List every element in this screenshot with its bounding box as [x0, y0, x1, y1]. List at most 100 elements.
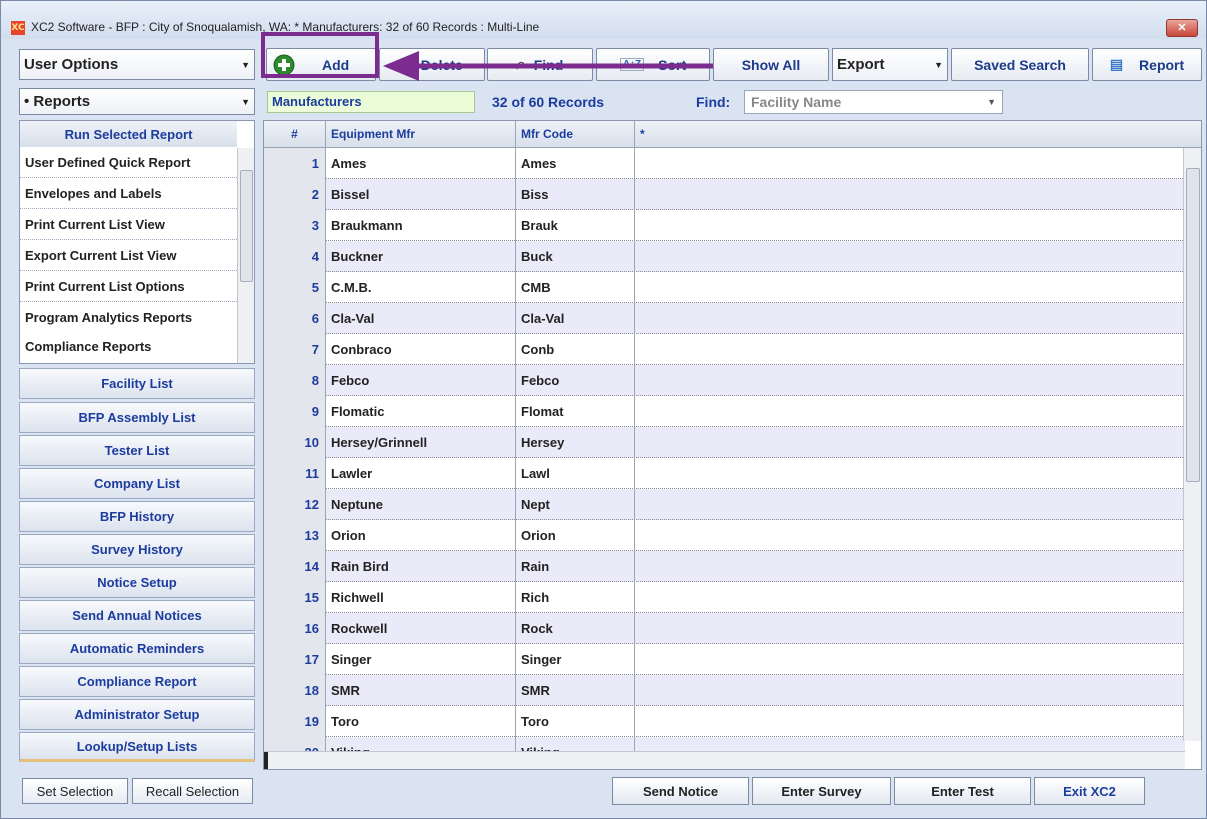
extra-cell[interactable]	[635, 551, 1185, 582]
table-row[interactable]: 2 Bissel Biss	[264, 179, 1185, 210]
mfr-code-cell[interactable]: Singer	[516, 644, 635, 675]
mfr-code-cell[interactable]: Rock	[516, 613, 635, 644]
extra-cell[interactable]	[635, 241, 1185, 272]
table-row[interactable]: 3 Braukmann Brauk	[264, 210, 1185, 241]
report-item[interactable]: Compliance Reports	[20, 332, 237, 362]
equipment-mfr-cell[interactable]: Toro	[326, 706, 516, 737]
report-item[interactable]: Program Analytics Reports	[20, 302, 237, 333]
equipment-mfr-cell[interactable]: Bissel	[326, 179, 516, 210]
mfr-code-cell[interactable]: Conb	[516, 334, 635, 365]
user-options-dropdown[interactable]: User Options ▼	[19, 49, 255, 80]
report-item[interactable]: Print Current List View	[20, 209, 237, 240]
nav-compliance-report[interactable]: Compliance Report	[19, 666, 255, 697]
mfr-code-cell[interactable]: Buck	[516, 241, 635, 272]
recall-selection-button[interactable]: Recall Selection	[132, 778, 253, 804]
extra-cell[interactable]	[635, 427, 1185, 458]
grid-vertical-scrollbar[interactable]	[1183, 148, 1201, 741]
grid-horizontal-scrollbar[interactable]	[264, 751, 1185, 769]
nav-facility-list[interactable]: Facility List	[19, 368, 255, 399]
extra-cell[interactable]	[635, 675, 1185, 706]
scroll-thumb[interactable]	[264, 752, 268, 769]
equipment-mfr-cell[interactable]: SMR	[326, 675, 516, 706]
scroll-thumb[interactable]	[1186, 168, 1200, 482]
row-number[interactable]: 5	[264, 272, 326, 303]
table-row[interactable]: 14 Rain Bird Rain	[264, 551, 1185, 582]
mfr-code-cell[interactable]: Ames	[516, 148, 635, 179]
row-number[interactable]: 8	[264, 365, 326, 396]
equipment-mfr-cell[interactable]: Braukmann	[326, 210, 516, 241]
equipment-mfr-cell[interactable]: Rockwell	[326, 613, 516, 644]
nav-send-annual-notices[interactable]: Send Annual Notices	[19, 600, 255, 631]
table-row[interactable]: 11 Lawler Lawl	[264, 458, 1185, 489]
extra-cell[interactable]	[635, 365, 1185, 396]
mfr-code-cell[interactable]: Rich	[516, 582, 635, 613]
extra-cell[interactable]	[635, 458, 1185, 489]
extra-cell[interactable]	[635, 582, 1185, 613]
table-row[interactable]: 5 C.M.B. CMB	[264, 272, 1185, 303]
extra-cell[interactable]	[635, 210, 1185, 241]
mfr-code-cell[interactable]: Orion	[516, 520, 635, 551]
extra-cell[interactable]	[635, 396, 1185, 427]
column-header-equipment-mfr[interactable]: Equipment Mfr	[326, 121, 516, 148]
mfr-code-cell[interactable]: Nept	[516, 489, 635, 520]
table-row[interactable]: 4 Buckner Buck	[264, 241, 1185, 272]
row-number[interactable]: 7	[264, 334, 326, 365]
mfr-code-cell[interactable]: Brauk	[516, 210, 635, 241]
column-header-star[interactable]: *	[635, 121, 1185, 148]
nav-bfp-history[interactable]: BFP History	[19, 501, 255, 532]
equipment-mfr-cell[interactable]: Conbraco	[326, 334, 516, 365]
table-row[interactable]: 15 Richwell Rich	[264, 582, 1185, 613]
table-row[interactable]: 10 Hersey/Grinnell Hersey	[264, 427, 1185, 458]
equipment-mfr-cell[interactable]: Richwell	[326, 582, 516, 613]
extra-cell[interactable]	[635, 706, 1185, 737]
table-row[interactable]: 1 Ames Ames	[264, 148, 1185, 179]
extra-cell[interactable]	[635, 520, 1185, 551]
row-number[interactable]: 6	[264, 303, 326, 334]
row-number[interactable]: 4	[264, 241, 326, 272]
equipment-mfr-cell[interactable]: Neptune	[326, 489, 516, 520]
mfr-code-cell[interactable]: Rain	[516, 551, 635, 582]
row-number[interactable]: 10	[264, 427, 326, 458]
table-row[interactable]: 12 Neptune Nept	[264, 489, 1185, 520]
mfr-code-cell[interactable]: Toro	[516, 706, 635, 737]
equipment-mfr-cell[interactable]: Cla-Val	[326, 303, 516, 334]
equipment-mfr-cell[interactable]: Hersey/Grinnell	[326, 427, 516, 458]
extra-cell[interactable]	[635, 644, 1185, 675]
show-all-button[interactable]: Show All	[713, 48, 829, 81]
table-row[interactable]: 16 Rockwell Rock	[264, 613, 1185, 644]
equipment-mfr-cell[interactable]: Rain Bird	[326, 551, 516, 582]
enter-survey-button[interactable]: Enter Survey	[752, 777, 891, 805]
mfr-code-cell[interactable]: Flomat	[516, 396, 635, 427]
equipment-mfr-cell[interactable]: C.M.B.	[326, 272, 516, 303]
row-number[interactable]: 11	[264, 458, 326, 489]
row-number[interactable]: 2	[264, 179, 326, 210]
report-item[interactable]: Print Current List Options	[20, 271, 237, 302]
extra-cell[interactable]	[635, 272, 1185, 303]
mfr-code-cell[interactable]: Hersey	[516, 427, 635, 458]
row-number[interactable]: 15	[264, 582, 326, 613]
mfr-code-cell[interactable]: Febco	[516, 365, 635, 396]
table-row[interactable]: 7 Conbraco Conb	[264, 334, 1185, 365]
extra-cell[interactable]	[635, 613, 1185, 644]
extra-cell[interactable]	[635, 303, 1185, 334]
table-row[interactable]: 18 SMR SMR	[264, 675, 1185, 706]
close-button[interactable]: ✕	[1166, 19, 1198, 37]
row-number[interactable]: 18	[264, 675, 326, 706]
equipment-mfr-cell[interactable]: Orion	[326, 520, 516, 551]
find-field-select[interactable]: Facility Name ▼	[744, 90, 1003, 114]
nav-automatic-reminders[interactable]: Automatic Reminders	[19, 633, 255, 664]
table-row[interactable]: 17 Singer Singer	[264, 644, 1185, 675]
export-dropdown[interactable]: Export ▼	[832, 48, 948, 81]
table-row[interactable]: 19 Toro Toro	[264, 706, 1185, 737]
equipment-mfr-cell[interactable]: Singer	[326, 644, 516, 675]
mfr-code-cell[interactable]: CMB	[516, 272, 635, 303]
equipment-mfr-cell[interactable]: Flomatic	[326, 396, 516, 427]
row-number[interactable]: 1	[264, 148, 326, 179]
row-number[interactable]: 12	[264, 489, 326, 520]
reports-scrollbar[interactable]	[237, 148, 254, 363]
saved-search-button[interactable]: Saved Search	[951, 48, 1089, 81]
nav-notice-setup[interactable]: Notice Setup	[19, 567, 255, 598]
mfr-code-cell[interactable]: Lawl	[516, 458, 635, 489]
row-number[interactable]: 9	[264, 396, 326, 427]
nav-lookup-setup-lists[interactable]: Lookup/Setup Lists	[19, 732, 255, 762]
